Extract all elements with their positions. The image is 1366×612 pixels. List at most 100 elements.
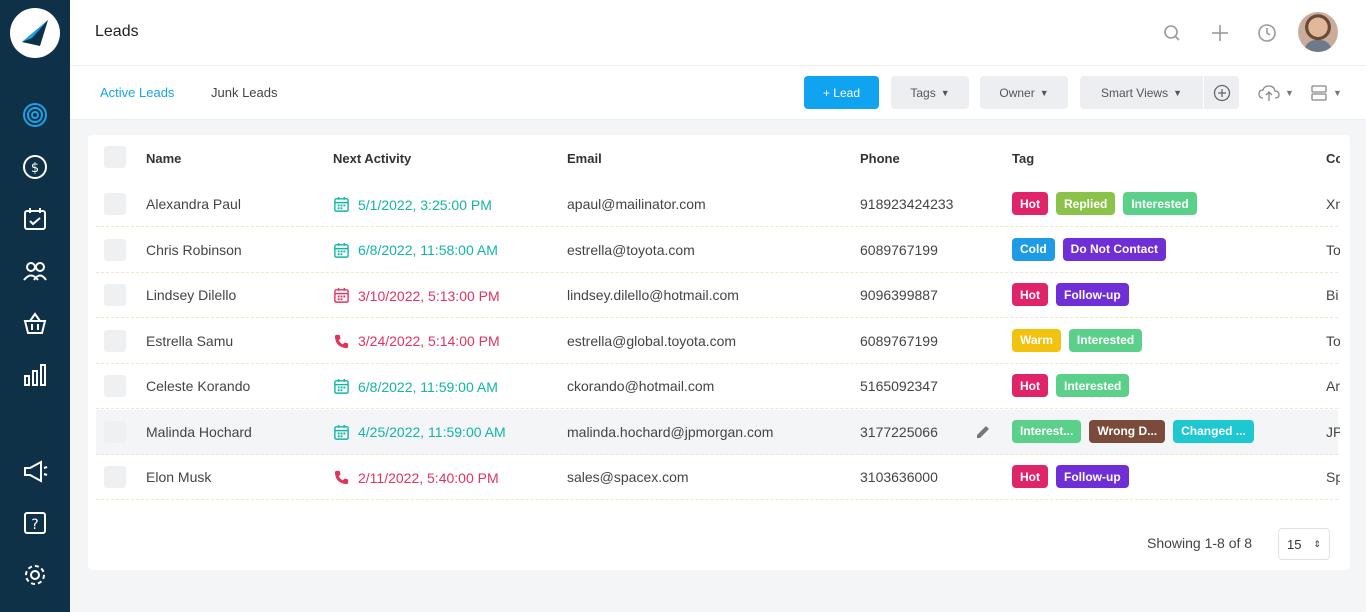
tag-badge[interactable]: Interested xyxy=(1123,192,1197,215)
lead-phone[interactable]: 9096399887 xyxy=(860,287,938,303)
lead-email[interactable]: apaul@mailinator.com xyxy=(567,196,706,212)
tag-badge[interactable]: Replied xyxy=(1056,192,1116,215)
owner-filter-button[interactable]: Owner ▼ xyxy=(980,76,1068,109)
megaphone-icon[interactable] xyxy=(20,456,50,486)
column-header-name[interactable]: Name xyxy=(146,151,181,166)
column-header-next-activity[interactable]: Next Activity xyxy=(333,151,411,166)
tag-badge[interactable]: Changed ... xyxy=(1173,419,1254,443)
lead-phone[interactable]: 6089767199 xyxy=(860,242,938,258)
tab-junk-leads[interactable]: Junk Leads xyxy=(211,85,278,100)
lead-company[interactable]: Bi xyxy=(1326,287,1340,303)
lead-name[interactable]: Lindsey Dilello xyxy=(146,287,236,303)
tag-badge[interactable]: Cold xyxy=(1012,237,1055,261)
history-icon[interactable] xyxy=(1255,21,1279,45)
table-row[interactable]: Estrella Samu 3/24/2022, 5:14:00 PM estrel… xyxy=(96,319,1340,364)
lead-company[interactable]: To xyxy=(1326,333,1340,349)
column-header-tag[interactable]: Tag xyxy=(1012,151,1034,166)
dollar-icon[interactable]: $ xyxy=(20,152,50,182)
next-activity[interactable]: 3/10/2022, 5:13:00 PM xyxy=(333,287,500,304)
tag-badge[interactable]: Warm xyxy=(1012,328,1061,352)
tag-badge[interactable]: Interested xyxy=(1056,374,1130,397)
lead-email[interactable]: ckorando@hotmail.com xyxy=(567,378,714,394)
table-row[interactable]: Elon Musk 2/11/2022, 5:40:00 PM sales@spac… xyxy=(96,455,1340,500)
select-all-checkbox[interactable] xyxy=(104,146,126,168)
lead-company[interactable]: Sp xyxy=(1326,469,1340,485)
layout-menu-button[interactable]: ▼ xyxy=(1306,76,1346,109)
row-checkbox[interactable] xyxy=(104,466,126,488)
next-activity[interactable]: 4/25/2022, 11:59:00 AM xyxy=(333,424,506,441)
lead-company[interactable]: Ar xyxy=(1326,378,1340,394)
table-row[interactable]: Alexandra Paul 5/1/2022, 3:25:00 PM apaul@… xyxy=(96,182,1340,227)
tags-filter-button[interactable]: Tags ▼ xyxy=(891,76,969,109)
add-smart-view-button[interactable] xyxy=(1204,76,1239,109)
lead-phone[interactable]: 918923424233 xyxy=(860,196,953,212)
user-avatar[interactable] xyxy=(1298,12,1338,52)
per-page-select[interactable]: 15 ⇕ xyxy=(1278,528,1330,560)
tag-badge[interactable]: Hot xyxy=(1012,374,1048,397)
column-header-phone[interactable]: Phone xyxy=(860,151,900,166)
next-activity[interactable]: 6/8/2022, 11:58:00 AM xyxy=(333,242,498,259)
add-lead-button[interactable]: + Lead xyxy=(804,76,879,109)
table-row[interactable]: Celeste Korando 6/8/2022, 11:59:00 AM ckor… xyxy=(96,364,1340,409)
next-activity[interactable]: 2/11/2022, 5:40:00 PM xyxy=(333,469,499,486)
next-activity[interactable]: 6/8/2022, 11:59:00 AM xyxy=(333,378,498,395)
lead-name[interactable]: Alexandra Paul xyxy=(146,196,241,212)
table-row[interactable]: Chris Robinson 6/8/2022, 11:58:00 AM estre… xyxy=(96,228,1340,273)
tag-badge[interactable]: Do Not Contact xyxy=(1062,237,1166,261)
help-icon[interactable]: ? xyxy=(20,508,50,538)
calendar-check-icon[interactable] xyxy=(20,204,50,234)
lead-name[interactable]: Celeste Korando xyxy=(146,378,250,394)
tag-badge[interactable]: Interest... xyxy=(1012,419,1082,443)
edit-pencil-icon[interactable] xyxy=(974,423,992,441)
column-header-company[interactable]: Co xyxy=(1326,151,1340,166)
bar-chart-icon[interactable] xyxy=(20,360,50,390)
tag-badge[interactable]: Hot xyxy=(1012,192,1048,215)
users-icon[interactable] xyxy=(20,256,50,286)
tag-badge[interactable]: Interested xyxy=(1068,328,1143,352)
next-activity[interactable]: 5/1/2022, 3:25:00 PM xyxy=(333,196,492,213)
lead-company[interactable]: To xyxy=(1326,242,1340,258)
lead-company[interactable]: JP xyxy=(1326,424,1340,440)
top-header: Leads xyxy=(70,0,1366,66)
row-checkbox[interactable] xyxy=(104,375,126,397)
app-logo[interactable] xyxy=(10,8,60,58)
tag-badge[interactable]: Hot xyxy=(1012,283,1048,306)
lead-phone[interactable]: 5165092347 xyxy=(860,378,938,394)
lead-phone[interactable]: 3177225066 xyxy=(860,424,938,440)
tag-badge[interactable]: Wrong D... xyxy=(1089,419,1166,443)
basket-icon[interactable] xyxy=(20,308,50,338)
table-row[interactable]: Malinda Hochard 4/25/2022, 11:59:00 AM mal… xyxy=(96,409,1340,455)
row-checkbox[interactable] xyxy=(104,238,126,261)
settings-icon[interactable] xyxy=(20,560,50,590)
lead-email[interactable]: malinda.hochard@jpmorgan.com xyxy=(567,424,773,440)
column-header-email[interactable]: Email xyxy=(567,151,602,166)
lead-email[interactable]: estrella@toyota.com xyxy=(567,242,695,258)
cloud-menu-button[interactable]: ▼ xyxy=(1256,76,1296,109)
lead-email[interactable]: estrella@global.toyota.com xyxy=(567,333,736,349)
target-icon[interactable] xyxy=(20,100,50,130)
lead-email[interactable]: sales@spacex.com xyxy=(567,469,689,485)
lead-name[interactable]: Malinda Hochard xyxy=(146,424,252,440)
plus-icon[interactable] xyxy=(1208,21,1232,45)
row-checkbox[interactable] xyxy=(104,193,126,215)
tag-badge[interactable]: Follow-up xyxy=(1056,283,1129,306)
lead-company[interactable]: Xn xyxy=(1326,196,1340,212)
tag-badge[interactable]: Hot xyxy=(1012,465,1048,488)
lead-email[interactable]: lindsey.dilello@hotmail.com xyxy=(567,287,739,303)
lead-phone[interactable]: 6089767199 xyxy=(860,333,938,349)
lead-name[interactable]: Chris Robinson xyxy=(146,242,242,258)
tag-badge[interactable]: Follow-up xyxy=(1056,465,1129,488)
lead-phone[interactable]: 3103636000 xyxy=(860,469,938,485)
table-row[interactable]: Lindsey Dilello 3/10/2022, 5:13:00 PM lind… xyxy=(96,273,1338,318)
phone-icon xyxy=(333,333,358,350)
calendar-icon xyxy=(333,424,358,441)
row-checkbox[interactable] xyxy=(104,284,126,306)
smart-views-button[interactable]: Smart Views ▼ xyxy=(1080,76,1203,109)
row-checkbox[interactable] xyxy=(104,329,126,352)
row-checkbox[interactable] xyxy=(104,420,126,443)
search-icon[interactable] xyxy=(1160,21,1184,45)
tab-active-leads[interactable]: Active Leads xyxy=(100,85,174,100)
lead-name[interactable]: Estrella Samu xyxy=(146,333,233,349)
next-activity[interactable]: 3/24/2022, 5:14:00 PM xyxy=(333,333,500,350)
lead-name[interactable]: Elon Musk xyxy=(146,469,211,485)
